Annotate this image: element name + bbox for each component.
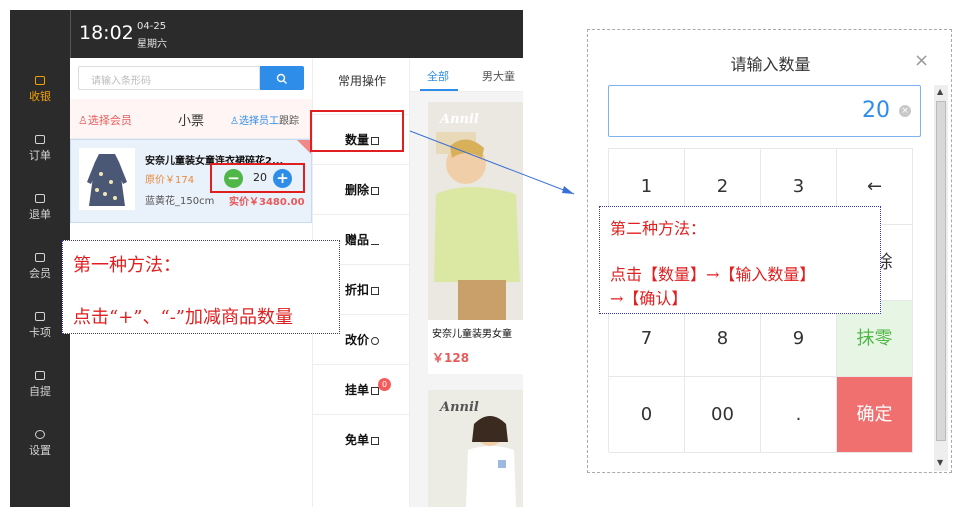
track-label: 跟踪 (278, 116, 299, 127)
card-icon (35, 312, 45, 321)
annotation-method-one: 第一种方法： 点击“+”、“-”加减商品数量 (62, 240, 340, 334)
operations-title: 常用操作 (337, 74, 386, 88)
sidebar-item-cashier[interactable]: 收银 (10, 68, 70, 116)
sidebar-item-cards[interactable]: 卡项 (10, 304, 70, 352)
search-icon (276, 73, 287, 84)
sidebar-item-orders[interactable]: 订单 (10, 127, 70, 175)
product-image (428, 102, 523, 320)
free-order-button[interactable]: 免单 (313, 414, 411, 464)
real-price: 实价￥3480.00 (229, 197, 305, 208)
product-card[interactable]: Annil 安奈儿童装男女童 ￥128 (428, 102, 523, 374)
sidebar-item-label: 订单 (29, 149, 51, 162)
scrollbar-thumb[interactable] (936, 101, 946, 441)
close-icon[interactable]: × (914, 50, 929, 71)
barcode-input[interactable]: 请输入条形码 (78, 66, 260, 90)
trash-icon (371, 186, 379, 195)
annotation-title: 第一种方法： (73, 255, 181, 276)
sidebar-item-label: 自提 (29, 385, 51, 398)
download-icon (371, 237, 379, 245)
select-staff-link[interactable]: ♙选择员工跟踪 (230, 112, 299, 127)
tab-all[interactable]: 全部 (427, 68, 449, 84)
clock-weekday: 星期六 (137, 39, 167, 50)
item-quantity: 20 (253, 171, 267, 184)
tab-boys[interactable]: 男大童 (482, 68, 515, 84)
discount-icon (371, 286, 379, 295)
discount-label: 折扣 (344, 283, 369, 297)
sidebar-item-label: 设置 (29, 444, 51, 457)
delete-button[interactable]: 删除 (313, 164, 411, 214)
active-tab-indicator (420, 89, 458, 91)
product-card[interactable]: Annil (428, 390, 523, 507)
scroll-up-icon[interactable]: ▲ (937, 87, 943, 96)
select-member-label: 选择会员 (87, 114, 132, 127)
dialog-scrollbar[interactable]: ▲ ▼ (934, 85, 948, 471)
hold-order-button[interactable]: 挂单 0 (313, 364, 411, 414)
selected-corner-mark (297, 140, 311, 154)
return-icon (35, 194, 45, 203)
select-staff-label: 选择员工 (238, 116, 279, 127)
sidebar: 收银 订单 退单 会员 卡项 自提 设置 (10, 10, 70, 507)
product-panel: 全部 男大童 Annil 安奈儿童装男女童 ￥128 Annil (410, 58, 523, 507)
annotation-method-two: 第二种方法： 点击【数量】→【输入数量】 →【确认】 (599, 206, 881, 314)
refresh-icon (371, 336, 379, 345)
quantity-stepper: − 20 + (210, 163, 305, 193)
annotation-text: 点击【数量】→【输入数量】 (610, 265, 816, 284)
select-member-link[interactable]: ♙选择会员 (78, 112, 132, 128)
sidebar-item-pickup[interactable]: 自提 (10, 363, 70, 411)
product-name: 安奈儿童装男女童 (432, 329, 512, 340)
sidebar-item-label: 会员 (29, 267, 51, 280)
clear-input-icon[interactable]: × (899, 105, 911, 117)
free-order-label: 免单 (344, 433, 369, 447)
quantity-input-value: 20 (862, 98, 890, 123)
cashier-icon (35, 76, 45, 85)
key-00[interactable]: 00 (685, 377, 761, 453)
dialog-title: 请输入数量 (730, 55, 811, 74)
clock-date: 04-25 (137, 21, 167, 32)
sidebar-item-returns[interactable]: 退单 (10, 186, 70, 234)
item-spec: 蓝黄花_150cm (145, 196, 215, 207)
decrease-button[interactable]: − (224, 169, 243, 188)
hold-order-label: 挂单 (344, 383, 369, 397)
pickup-icon (35, 371, 45, 380)
sidebar-item-label: 卡项 (29, 326, 51, 339)
scroll-down-icon[interactable]: ▼ (937, 458, 943, 467)
original-price: 原价￥174 (145, 175, 195, 186)
clock-time: 18:02 (79, 22, 134, 44)
sidebar-item-members[interactable]: 会员 (10, 245, 70, 293)
product-thumbnail (79, 148, 135, 210)
brand-logo: Annil (440, 112, 479, 127)
staff-icon: ♙ (230, 116, 239, 127)
document-icon (371, 386, 379, 395)
cart-header: ♙选择会员 小票 ♙选择员工跟踪 (70, 99, 312, 139)
sidebar-item-label: 收银 (29, 90, 51, 103)
free-icon (371, 436, 379, 445)
top-bar: 18:02 04-25 星期六 (70, 10, 523, 58)
annotation-title: 第二种方法： (610, 219, 707, 238)
product-price: ￥128 (432, 351, 470, 365)
confirm-button[interactable]: 确定 (837, 377, 913, 453)
gift-label: 赠品 (344, 233, 369, 247)
category-tabs: 全部 男大童 (410, 58, 523, 92)
annotation-text: →【确认】 (610, 289, 688, 308)
hold-count-badge: 0 (378, 378, 391, 391)
receipt-label: 小票 (178, 114, 205, 129)
change-price-label: 改价 (344, 333, 369, 347)
order-icon (35, 135, 45, 144)
member-icon (35, 253, 45, 262)
quantity-input[interactable]: 20 × (608, 85, 921, 137)
key-dot[interactable]: . (761, 377, 837, 453)
quantity-button-highlight (310, 110, 404, 152)
delete-label: 删除 (344, 183, 369, 197)
key-0[interactable]: 0 (609, 377, 685, 453)
increase-button[interactable]: + (273, 169, 292, 188)
settings-icon (35, 430, 45, 439)
user-icon: ♙ (78, 114, 88, 127)
barcode-search-button[interactable] (260, 66, 304, 90)
annotation-text: 点击“+”、“-”加减商品数量 (73, 307, 293, 328)
sidebar-item-settings[interactable]: 设置 (10, 422, 70, 470)
sidebar-item-label: 退单 (29, 208, 51, 221)
brand-logo: Annil (440, 400, 479, 415)
